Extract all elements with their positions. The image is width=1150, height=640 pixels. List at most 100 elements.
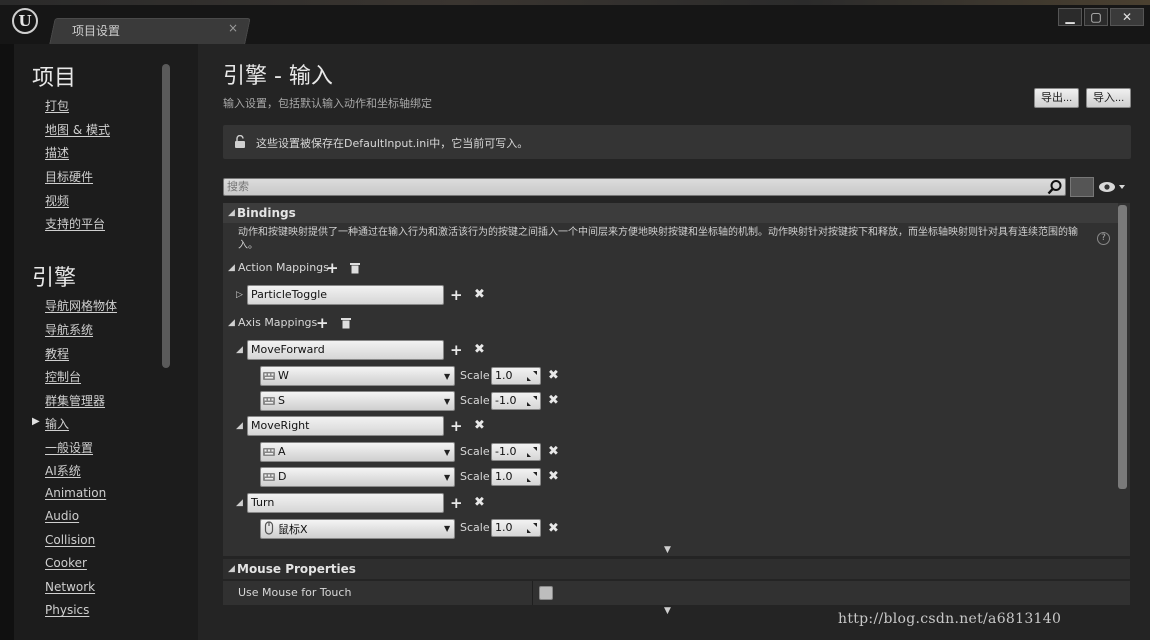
import-button[interactable]: 导入... bbox=[1086, 88, 1132, 108]
collapse-icon[interactable]: ◢ bbox=[236, 345, 243, 355]
add-axis-icon[interactable]: + bbox=[316, 316, 329, 331]
sidebar-item[interactable]: 控制台 bbox=[45, 368, 81, 385]
remove-axis-icon[interactable]: ✖ bbox=[474, 496, 485, 510]
eye-icon[interactable] bbox=[1098, 181, 1126, 193]
spin-arrows-icon[interactable] bbox=[526, 471, 538, 483]
sidebar-item[interactable]: AI系统 bbox=[45, 462, 81, 479]
remove-key-icon[interactable]: ✖ bbox=[548, 394, 559, 408]
spin-arrows-icon[interactable] bbox=[526, 446, 538, 458]
sidebar-item[interactable]: 一般设置 bbox=[45, 439, 93, 456]
key-label: S bbox=[278, 394, 285, 407]
bindings-description: 动作和按键映射提供了一种通过在输入行为和激活该行为的按键之间插入一个中间层来方便… bbox=[238, 227, 1078, 251]
scale-label: Scale bbox=[460, 521, 490, 534]
chevron-down-icon[interactable]: ▼ bbox=[664, 606, 671, 616]
chevron-down-icon[interactable]: ▼ bbox=[444, 473, 450, 482]
collapse-icon[interactable]: ◢ bbox=[236, 498, 243, 508]
chevron-down-icon[interactable]: ▼ bbox=[444, 524, 450, 533]
expand-icon[interactable]: ▷ bbox=[236, 290, 243, 300]
top-strip bbox=[0, 0, 1150, 5]
sidebar-item[interactable]: Audio bbox=[45, 509, 79, 523]
chevron-down-icon[interactable]: ▼ bbox=[444, 372, 450, 381]
maximize-button[interactable]: ▢ bbox=[1084, 8, 1108, 26]
sidebar-item[interactable]: 教程 bbox=[45, 345, 69, 362]
key-select[interactable] bbox=[260, 442, 455, 462]
add-action-icon[interactable]: + bbox=[326, 261, 339, 276]
use-mouse-for-touch-row bbox=[223, 581, 1130, 605]
remove-key-icon[interactable]: ✖ bbox=[548, 445, 559, 459]
mouse-icon bbox=[264, 521, 274, 535]
axis-name-field[interactable]: MoveRight bbox=[247, 416, 444, 436]
watermark: http://blog.csdn.net/a6813140 bbox=[838, 611, 1062, 627]
scale-label: Scale bbox=[460, 470, 490, 483]
axis-name-field[interactable]: Turn bbox=[247, 493, 444, 513]
search-input[interactable] bbox=[223, 178, 1066, 196]
collapse-icon[interactable]: ◢ bbox=[228, 208, 235, 218]
key-select[interactable] bbox=[260, 391, 455, 411]
sidebar-item[interactable]: 视频 bbox=[45, 192, 69, 209]
sidebar-item[interactable]: 目标硬件 bbox=[45, 168, 93, 185]
key-label: D bbox=[278, 470, 287, 483]
key-select[interactable] bbox=[260, 366, 455, 386]
sidebar-item[interactable]: 描述 bbox=[45, 144, 69, 161]
add-axis-key-icon[interactable]: + bbox=[450, 419, 463, 434]
remove-action-icon[interactable]: ✖ bbox=[474, 288, 485, 302]
key-select[interactable] bbox=[260, 467, 455, 487]
remove-axis-icon[interactable]: ✖ bbox=[474, 419, 485, 433]
sidebar-item[interactable]: Cooker bbox=[45, 556, 87, 570]
sidebar-item[interactable]: Physics bbox=[45, 603, 89, 617]
sidebar-item[interactable]: 地图 & 模式 bbox=[45, 121, 110, 138]
collapse-icon[interactable]: ◢ bbox=[228, 318, 235, 328]
bindings-header[interactable] bbox=[223, 203, 1118, 223]
chevron-down-icon[interactable]: ▼ bbox=[664, 545, 671, 555]
delete-all-axes-icon[interactable] bbox=[341, 317, 351, 329]
key-label: W bbox=[278, 369, 289, 382]
sidebar-item[interactable]: 打包 bbox=[45, 97, 69, 114]
export-button[interactable]: 导出... bbox=[1034, 88, 1080, 108]
keyboard-icon bbox=[263, 473, 275, 481]
sidebar-item-input-selected[interactable]: 输入 bbox=[45, 415, 69, 432]
chevron-down-icon[interactable]: ▼ bbox=[444, 448, 450, 457]
add-axis-key-icon[interactable]: + bbox=[450, 496, 463, 511]
close-window-button[interactable]: ✕ bbox=[1110, 8, 1144, 26]
collapse-icon[interactable]: ◢ bbox=[228, 263, 235, 273]
table-view-button[interactable] bbox=[1070, 177, 1094, 197]
sidebar-item[interactable]: 导航系统 bbox=[45, 321, 93, 338]
remove-key-icon[interactable]: ✖ bbox=[548, 470, 559, 484]
tab-close-icon[interactable]: × bbox=[228, 21, 238, 35]
remove-key-icon[interactable]: ✖ bbox=[548, 369, 559, 383]
remove-key-icon[interactable]: ✖ bbox=[548, 522, 559, 536]
add-axis-key-icon[interactable]: + bbox=[450, 343, 463, 358]
axis-name-field[interactable]: MoveForward bbox=[247, 340, 444, 360]
unreal-logo-icon: U bbox=[12, 8, 38, 34]
axis-mappings-label: Axis Mappings bbox=[238, 316, 318, 329]
minimize-button[interactable]: ▁ bbox=[1058, 8, 1082, 26]
spin-arrows-icon[interactable] bbox=[526, 395, 538, 407]
left-edge bbox=[0, 44, 14, 640]
scale-label: Scale bbox=[460, 394, 490, 407]
sidebar-item[interactable]: Animation bbox=[45, 486, 106, 500]
remove-axis-icon[interactable]: ✖ bbox=[474, 343, 485, 357]
collapse-icon[interactable]: ◢ bbox=[228, 564, 235, 574]
action-name-field[interactable]: ParticleToggle bbox=[247, 285, 444, 305]
sidebar-item[interactable]: 支持的平台 bbox=[45, 215, 105, 232]
search-icon[interactable] bbox=[1047, 179, 1063, 195]
use-mouse-for-touch-label: Use Mouse for Touch bbox=[238, 586, 352, 599]
keyboard-icon bbox=[263, 372, 275, 380]
sidebar-item[interactable]: Network bbox=[45, 580, 95, 594]
chevron-down-icon[interactable]: ▼ bbox=[444, 397, 450, 406]
spin-arrows-icon[interactable] bbox=[526, 370, 538, 382]
sidebar-scrollbar[interactable] bbox=[162, 64, 170, 368]
sidebar-item[interactable]: Collision bbox=[45, 533, 95, 547]
use-mouse-for-touch-checkbox[interactable] bbox=[539, 586, 553, 600]
add-action-key-icon[interactable]: + bbox=[450, 288, 463, 303]
sidebar-item[interactable]: 导航网格物体 bbox=[45, 297, 117, 314]
details-scrollbar[interactable] bbox=[1118, 205, 1127, 489]
collapse-icon[interactable]: ◢ bbox=[236, 421, 243, 431]
section-title-project: 项目 bbox=[32, 66, 77, 91]
mouse-properties-header[interactable] bbox=[223, 559, 1130, 579]
delete-all-actions-icon[interactable] bbox=[350, 262, 360, 274]
scale-label: Scale bbox=[460, 369, 490, 382]
sidebar-item[interactable]: 群集管理器 bbox=[45, 392, 105, 409]
help-icon[interactable]: ? bbox=[1097, 232, 1110, 245]
spin-arrows-icon[interactable] bbox=[526, 522, 538, 534]
